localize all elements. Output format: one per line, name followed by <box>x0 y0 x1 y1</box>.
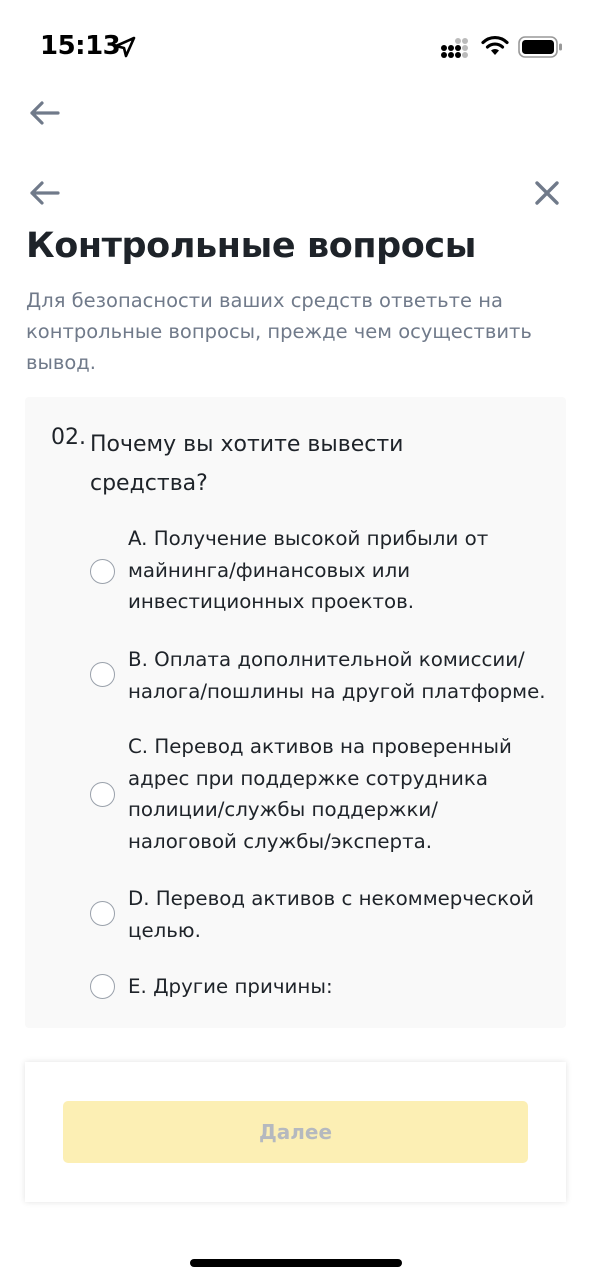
radio-button[interactable] <box>90 662 115 687</box>
radio-button[interactable] <box>90 901 115 926</box>
status-bar: 15:13 <box>0 0 591 90</box>
option-c[interactable]: C. Перевод активов на проверенный адрес … <box>25 731 566 859</box>
question-card: 02. Почему вы хотите вывести средства? A… <box>25 397 566 1028</box>
question-text: Почему вы хотите вывести средства? <box>90 432 404 496</box>
battery-icon <box>518 36 562 58</box>
option-label: E. Другие причины: <box>128 975 333 998</box>
option-label: D. Перевод активов с некоммерческой цель… <box>128 887 534 942</box>
option-label: C. Перевод активов на проверенный адрес … <box>128 735 512 853</box>
option-e[interactable]: E. Другие причины: <box>25 971 566 1003</box>
option-d[interactable]: D. Перевод активов с некоммерческой цель… <box>25 883 566 947</box>
question-number: 02. <box>51 425 86 450</box>
option-b[interactable]: B. Оплата дополнительной комиссии/ налог… <box>25 644 566 708</box>
home-indicator[interactable] <box>190 1259 402 1267</box>
page-description: Для безопасности ваших средств ответьте … <box>26 289 532 374</box>
wifi-icon <box>481 35 509 55</box>
back-arrow-icon[interactable] <box>28 178 62 208</box>
option-label: B. Оплата дополнительной комиссии/ налог… <box>128 648 546 703</box>
location-arrow-icon <box>114 36 136 58</box>
cellular-signal-icon <box>441 38 468 58</box>
option-a[interactable]: A. Получение высокой прибыли от майнинга… <box>25 523 566 619</box>
radio-button[interactable] <box>90 782 115 807</box>
status-time: 15:13 <box>40 31 121 61</box>
back-arrow-icon[interactable] <box>28 98 62 128</box>
page-title: Контрольные вопросы <box>26 226 477 266</box>
close-icon[interactable] <box>531 177 563 209</box>
radio-button[interactable] <box>90 559 115 584</box>
radio-button[interactable] <box>90 974 115 999</box>
option-label: A. Получение высокой прибыли от майнинга… <box>128 527 489 613</box>
footer-panel: Далее <box>25 1062 566 1202</box>
next-button[interactable]: Далее <box>63 1101 528 1163</box>
